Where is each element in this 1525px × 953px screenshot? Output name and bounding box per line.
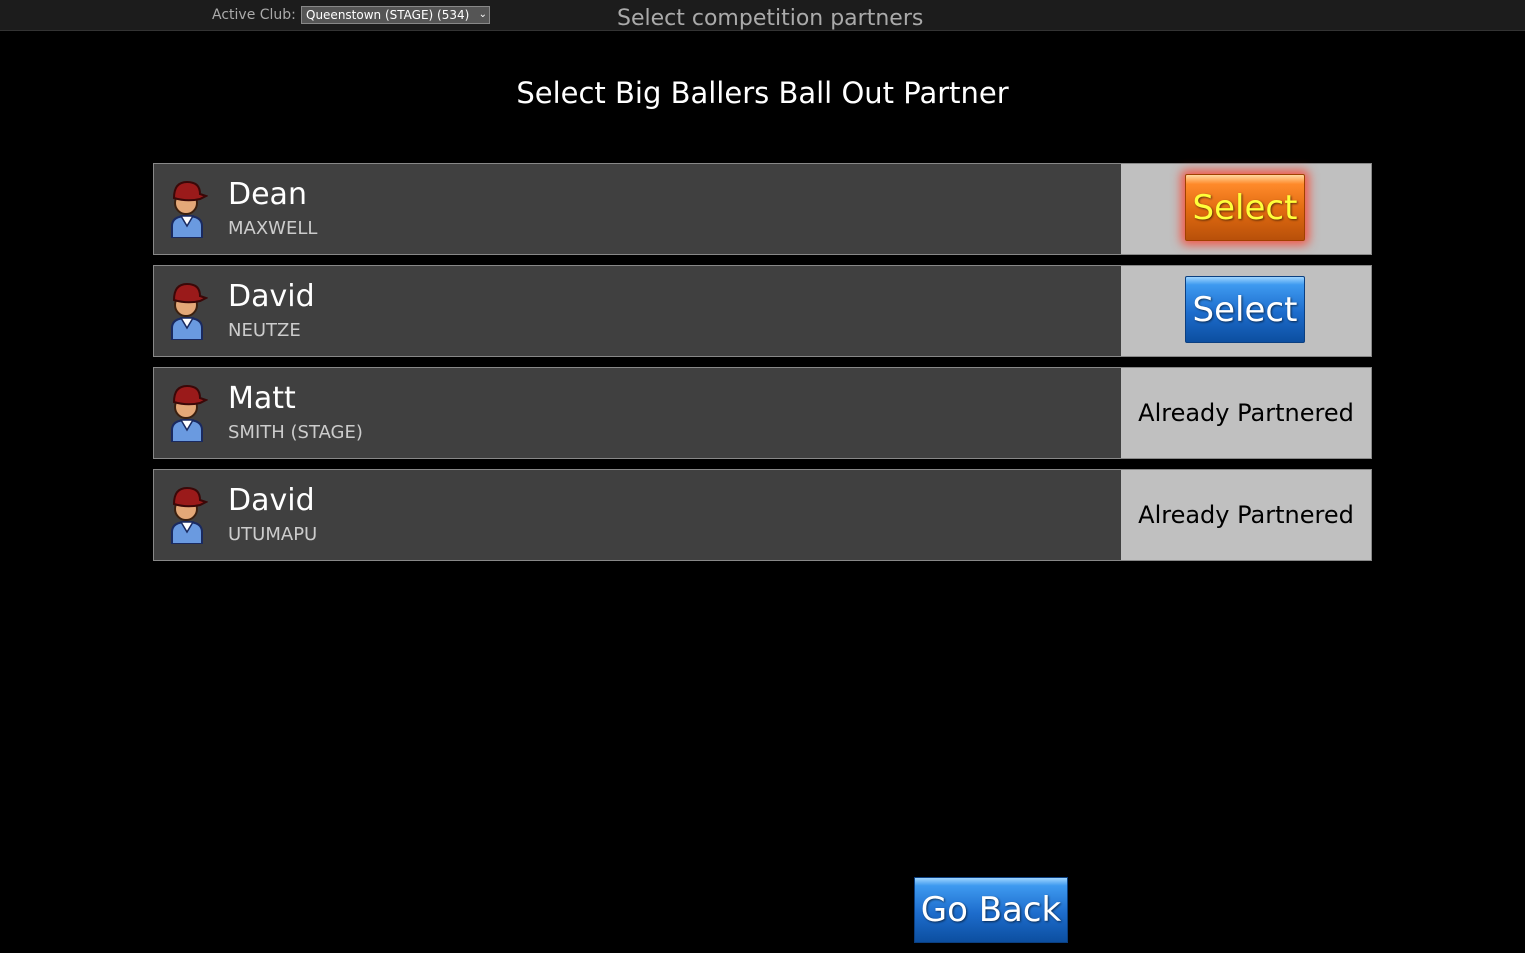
already-partnered-status: Already Partnered — [1138, 501, 1354, 529]
select-partner-button[interactable]: Select — [1185, 276, 1305, 343]
chevron-down-icon: ⌄ — [478, 9, 487, 20]
player-row: Matt SMITH (STAGE) Already Partnered — [153, 367, 1372, 459]
top-bar: Active Club: Queenstown (STAGE) (534) ⌄ … — [0, 0, 1525, 31]
golfer-avatar-icon — [171, 384, 208, 442]
partner-list: Dean MAXWELL Select David NEUTZE Select … — [153, 163, 1372, 571]
page-title: Select Big Ballers Ball Out Partner — [516, 76, 1009, 110]
player-action-cell: Already Partnered — [1121, 368, 1371, 458]
go-back-button[interactable]: Go Back — [914, 877, 1068, 943]
player-row: David NEUTZE Select — [153, 265, 1372, 357]
active-club-selected-value: Queenstown (STAGE) (534) — [306, 8, 470, 22]
active-club-label: Active Club: — [212, 7, 296, 23]
golfer-avatar-icon — [171, 486, 208, 544]
topbar-title: Select competition partners — [617, 6, 924, 31]
player-first-name: Matt — [228, 381, 296, 416]
select-partner-button[interactable]: Select — [1185, 174, 1305, 241]
player-row: David UTUMAPU Already Partnered — [153, 469, 1372, 561]
player-last-name: MAXWELL — [228, 218, 318, 239]
player-last-name: NEUTZE — [228, 320, 301, 341]
player-row: Dean MAXWELL Select — [153, 163, 1372, 255]
player-action-cell: Select — [1121, 164, 1371, 254]
player-first-name: Dean — [228, 177, 307, 212]
already-partnered-status: Already Partnered — [1138, 399, 1354, 427]
golfer-avatar-icon — [171, 282, 208, 340]
player-last-name: UTUMAPU — [228, 524, 318, 545]
golfer-avatar-icon — [171, 180, 208, 238]
player-first-name: David — [228, 483, 315, 518]
player-action-cell: Already Partnered — [1121, 470, 1371, 560]
player-first-name: David — [228, 279, 315, 314]
active-club-select[interactable]: Queenstown (STAGE) (534) ⌄ — [301, 6, 490, 24]
player-last-name: SMITH (STAGE) — [228, 422, 363, 443]
player-action-cell: Select — [1121, 266, 1371, 356]
